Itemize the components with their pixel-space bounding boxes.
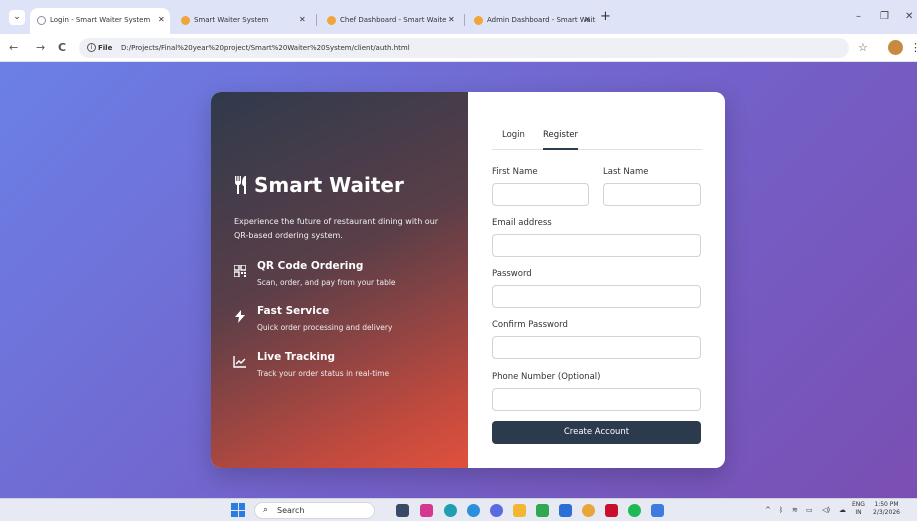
password-label: Password: [492, 269, 532, 279]
browser-tab-admin-dashboard[interactable]: Admin Dashboard - Smart Wait ✕: [467, 8, 597, 34]
task-view-icon[interactable]: [396, 504, 409, 517]
brand-description: Experience the future of restaurant dini…: [234, 217, 439, 240]
forward-icon[interactable]: →: [36, 41, 45, 55]
auth-tabs: Login Register: [492, 122, 702, 150]
url-text: D:/Projects/Final%20year%20project/Smart…: [121, 44, 410, 52]
confirm-password-label: Confirm Password: [492, 320, 568, 330]
bolt-icon: [233, 310, 246, 323]
app-icon[interactable]: [490, 504, 503, 517]
new-tab-button[interactable]: +: [600, 10, 611, 24]
minimize-icon[interactable]: –: [856, 11, 861, 23]
search-icon: ⌕: [263, 505, 269, 515]
qr-code-icon: [232, 264, 247, 278]
browser-tab-chef-dashboard[interactable]: Chef Dashboard - Smart Waite ✕: [320, 8, 462, 34]
first-name-input[interactable]: [492, 183, 589, 206]
menu-kebab-icon[interactable]: ⋮: [910, 41, 917, 55]
cloud-icon[interactable]: ☁: [839, 504, 846, 516]
volume-icon[interactable]: ◁): [822, 504, 830, 516]
edge-icon[interactable]: [444, 504, 457, 517]
register-form-panel: Login Register First Name Last Name Emai…: [468, 92, 725, 468]
restore-icon[interactable]: ❐: [880, 11, 889, 23]
taskbar-search[interactable]: ⌕ Search: [254, 502, 375, 519]
tab-search-icon[interactable]: ⌄: [9, 10, 25, 25]
file-label: File: [98, 44, 113, 52]
close-tab-icon[interactable]: ✕: [448, 8, 455, 32]
instagram-icon[interactable]: [420, 504, 433, 517]
favicon-icon: [181, 16, 190, 25]
confirm-password-input[interactable]: [492, 336, 701, 359]
browser-tab-smart-waiter[interactable]: Smart Waiter System ✕: [174, 8, 314, 34]
app-icon[interactable]: [559, 504, 572, 517]
bookmark-star-icon[interactable]: ☆: [858, 41, 868, 55]
acrobat-icon[interactable]: [605, 504, 618, 517]
wifi-icon[interactable]: ≋: [792, 504, 798, 516]
tray-chevron-icon[interactable]: ^: [765, 504, 771, 516]
profile-avatar[interactable]: [888, 40, 903, 55]
last-name-label: Last Name: [603, 167, 649, 177]
tab-divider: [464, 14, 465, 26]
globe-icon: [37, 16, 46, 25]
url-field[interactable]: i File D:/Projects/Final%20year%20projec…: [79, 38, 849, 58]
language-indicator[interactable]: ENG IN: [852, 501, 865, 517]
browser-tab-bar: ⌄ Login - Smart Waiter System ✕ Smart Wa…: [0, 0, 917, 34]
page-background: Smart Waiter Experience the future of re…: [0, 62, 917, 498]
tab-divider: [316, 14, 317, 26]
password-input[interactable]: [492, 285, 701, 308]
brand-title: Smart Waiter: [233, 172, 404, 199]
info-icon: i: [87, 43, 96, 52]
tab-login[interactable]: Login: [502, 128, 525, 142]
phone-label: Phone Number (Optional): [492, 372, 601, 382]
last-name-input[interactable]: [603, 183, 701, 206]
clock[interactable]: 1:50 PM 2/3/2026: [873, 501, 900, 517]
browser-tab-login[interactable]: Login - Smart Waiter System ✕: [30, 8, 170, 34]
promo-panel: Smart Waiter Experience the future of re…: [211, 92, 468, 468]
tab-register[interactable]: Register: [543, 128, 578, 150]
close-tab-icon[interactable]: ✕: [584, 8, 591, 32]
create-account-button[interactable]: Create Account: [492, 421, 701, 444]
bluetooth-icon[interactable]: ᛒ: [779, 504, 783, 516]
favicon-icon: [327, 16, 336, 25]
app-icon[interactable]: [651, 504, 664, 517]
email-label: Email address: [492, 218, 552, 228]
favicon-icon: [474, 16, 483, 25]
phone-input[interactable]: [492, 388, 701, 411]
reload-icon[interactable]: C: [58, 41, 66, 55]
windows-start-icon[interactable]: [231, 503, 245, 517]
auth-card: Smart Waiter Experience the future of re…: [211, 92, 725, 468]
close-tab-icon[interactable]: ✕: [158, 8, 165, 32]
address-bar-row: ← → C i File D:/Projects/Final%20year%20…: [0, 34, 917, 62]
utensils-icon: [233, 173, 250, 199]
os-taskbar: ⌕ Search ^ ᛒ ≋ ▭ ◁) ☁ ENG IN 1:50 PM 2/3…: [0, 498, 917, 521]
app-icon[interactable]: [467, 504, 480, 517]
app-icon[interactable]: [536, 504, 549, 517]
close-tab-icon[interactable]: ✕: [299, 8, 306, 32]
first-name-label: First Name: [492, 167, 538, 177]
chrome-icon[interactable]: [582, 504, 595, 517]
spotify-icon[interactable]: [628, 504, 641, 517]
battery-icon[interactable]: ▭: [806, 504, 813, 516]
email-input[interactable]: [492, 234, 701, 257]
close-window-icon[interactable]: ✕: [905, 11, 913, 23]
file-explorer-icon[interactable]: [513, 504, 526, 517]
back-icon[interactable]: ←: [9, 41, 18, 55]
chart-line-icon: [233, 356, 246, 369]
